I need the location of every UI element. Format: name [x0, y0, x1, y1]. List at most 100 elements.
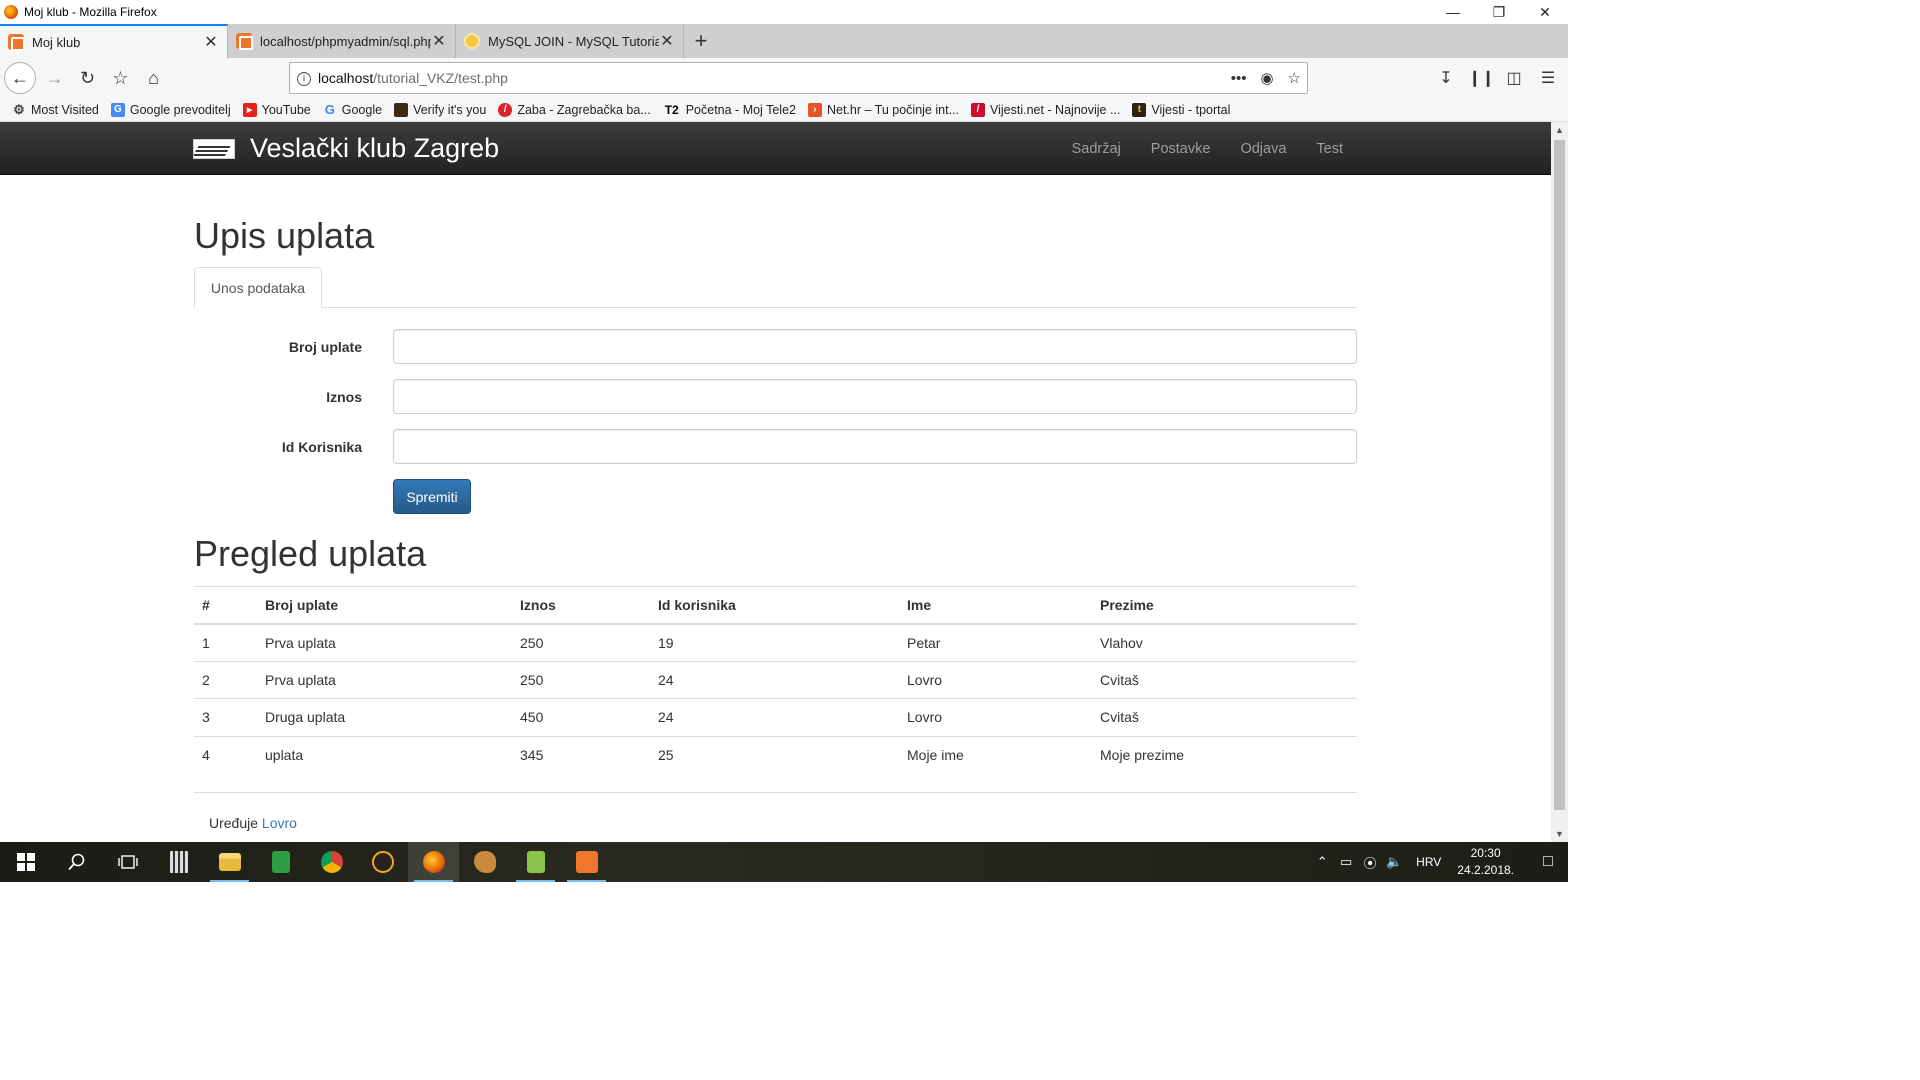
bookmark-google[interactable]: G Google	[323, 102, 382, 117]
form-heading: Upis uplata	[194, 215, 375, 256]
menu-link-sadrzaj[interactable]: Sadržaj	[1057, 141, 1136, 157]
browser-tab-moj-klub[interactable]: Moj klub ✕	[0, 24, 228, 58]
pocket-save-button[interactable]: ☆	[104, 62, 137, 94]
volume-icon[interactable]: 🔈	[1382, 854, 1406, 870]
clock[interactable]: 20:30 24.2.2018.	[1451, 845, 1528, 879]
table-cell: Cvitaš	[1092, 660, 1357, 699]
notifications-icon[interactable]: □	[1528, 853, 1568, 871]
close-tab-icon[interactable]: ✕	[203, 32, 219, 52]
battery-icon[interactable]: ▭	[1334, 854, 1358, 870]
bookmark-star-icon[interactable]: ☆	[1288, 69, 1301, 87]
minimize-button[interactable]: —	[1430, 0, 1476, 24]
taskbar-firefox[interactable]	[408, 842, 459, 882]
table-cell: 250	[520, 634, 544, 651]
site-info-icon[interactable]: i	[290, 70, 318, 86]
table-cell: 4	[194, 735, 257, 774]
task-view-button[interactable]	[102, 842, 153, 882]
wifi-icon[interactable]: ⦿	[1358, 853, 1382, 872]
close-tab-icon[interactable]: ✕	[431, 31, 447, 51]
home-button[interactable]: ⌂	[137, 62, 170, 94]
bookmarks-toolbar: ⚙ Most Visited G Google prevoditelj ▶ YouTu…	[0, 98, 1568, 122]
table-cell: Vlahov	[1100, 634, 1143, 651]
url-bar[interactable]: i localhost/tutorial_VKZ/test.php ••• ◉ …	[289, 62, 1308, 94]
table-heading: Pregled uplata	[194, 533, 427, 574]
table-row: 2 Prva uplata 250 24 Lovro Cvitaš	[194, 660, 1357, 699]
menu-link-test[interactable]: Test	[1301, 141, 1358, 157]
taskbar-file-explorer[interactable]	[204, 842, 255, 882]
table-cell: 3	[194, 698, 257, 736]
taskbar-xampp[interactable]	[561, 842, 612, 882]
input-language[interactable]: HRV	[1406, 855, 1451, 869]
gear-icon: ⚙	[13, 101, 25, 117]
bookmark-google-prevoditelj[interactable]: G Google prevoditelj	[110, 102, 231, 117]
page-scrollbar[interactable]: ▲ ▼	[1551, 122, 1568, 842]
table-cell: 2	[194, 660, 257, 699]
spremiti-button[interactable]: Spremiti	[393, 479, 471, 514]
broj-uplate-input[interactable]	[393, 329, 1357, 364]
menu-link-postavke[interactable]: Postavke	[1136, 141, 1226, 157]
taskbar-spreadsheet[interactable]	[255, 842, 306, 882]
column-header: #	[194, 586, 257, 625]
search-icon	[67, 853, 84, 871]
task-view-icon	[117, 855, 138, 869]
bookmark-most-visited[interactable]: ⚙ Most Visited	[12, 101, 99, 117]
close-window-button[interactable]: ✕	[1522, 0, 1568, 24]
palette-icon	[473, 851, 496, 873]
browser-tab-mysql-join[interactable]: MySQL JOIN - MySQL Tutorial ✕	[456, 24, 684, 58]
downloads-icon[interactable]: ↧	[1434, 68, 1458, 88]
taskbar-calculator[interactable]	[153, 842, 204, 882]
id-korisnika-input[interactable]	[393, 429, 1357, 464]
taskbar-rocket-app[interactable]	[357, 842, 408, 882]
bookmark-tele2[interactable]: T2 Početna - Moj Tele2	[663, 103, 796, 117]
start-button[interactable]	[0, 842, 51, 882]
bookmark-zaba[interactable]: / Zaba - Zagrebačka ba...	[498, 102, 651, 117]
menu-hamburger-icon[interactable]: ☰	[1536, 68, 1560, 88]
iznos-input[interactable]	[393, 379, 1357, 414]
page-actions-icon[interactable]: •••	[1231, 70, 1247, 87]
briefcase-icon	[394, 102, 409, 117]
scrollbar-thumb[interactable]	[1554, 140, 1565, 810]
bookmark-verify[interactable]: Verify it's you	[394, 102, 486, 117]
taskbar-chrome[interactable]	[306, 842, 357, 882]
mysqltutorial-favicon-icon	[464, 33, 480, 49]
footer-author-link[interactable]: Lovro	[262, 815, 297, 831]
url-host: localhost	[318, 70, 374, 86]
scroll-up-icon[interactable]: ▲	[1551, 122, 1568, 138]
table-cell: Lovro	[899, 660, 1092, 699]
form-row-broj-uplate: Broj uplate	[194, 329, 1357, 365]
firefox-icon	[422, 851, 445, 873]
table-cell: Moje prezime	[1092, 735, 1357, 774]
back-button[interactable]: ←	[4, 62, 36, 94]
notepad-plus-icon	[526, 851, 545, 873]
reload-button[interactable]: ↻	[71, 62, 104, 94]
sidebar-icon[interactable]: ◫	[1502, 68, 1526, 88]
column-header: Iznos	[512, 586, 650, 625]
menu-link-odjava[interactable]: Odjava	[1225, 141, 1301, 157]
pocket-icon[interactable]: ◉	[1260, 69, 1273, 87]
taskbar-paint[interactable]	[459, 842, 510, 882]
scroll-down-icon[interactable]: ▼	[1551, 826, 1568, 842]
bookmark-tportal[interactable]: t Vijesti - tportal	[1132, 102, 1231, 117]
chevron-up-icon[interactable]: ⌃	[1310, 854, 1334, 870]
table-cell: Cvitaš	[1092, 698, 1357, 736]
search-button[interactable]	[51, 842, 102, 882]
bookmark-label: YouTube	[261, 102, 311, 117]
new-tab-button[interactable]: +	[684, 24, 718, 58]
library-icon[interactable]: ❙❙	[1468, 68, 1495, 88]
table-cell: 250	[512, 660, 650, 699]
taskbar-notepad-plus[interactable]	[510, 842, 561, 882]
site-brand[interactable]: Veslački klub Zagreb	[193, 122, 499, 175]
forward-button[interactable]: →	[38, 62, 71, 94]
bookmark-nethr[interactable]: › Net.hr – Tu počinje int...	[807, 102, 959, 117]
bookmark-vijesti-net[interactable]: / Vijesti.net - Najnovije ...	[970, 102, 1120, 117]
close-tab-icon[interactable]: ✕	[659, 31, 675, 51]
tab-unos-podataka[interactable]: Unos podataka	[194, 267, 322, 308]
browser-tab-phpmyadmin[interactable]: localhost/phpmyadmin/sql.php ✕	[228, 24, 456, 58]
bookmark-youtube[interactable]: ▶ YouTube	[242, 102, 311, 117]
bookmark-label: Most Visited	[31, 102, 99, 117]
restore-button[interactable]: ❐	[1476, 0, 1522, 24]
bookmark-label: Vijesti - tportal	[1151, 102, 1231, 117]
bookmark-label: Početna - Moj Tele2	[685, 102, 796, 117]
tabs-divider	[194, 307, 1357, 308]
column-header: Id korisnika	[650, 586, 899, 625]
